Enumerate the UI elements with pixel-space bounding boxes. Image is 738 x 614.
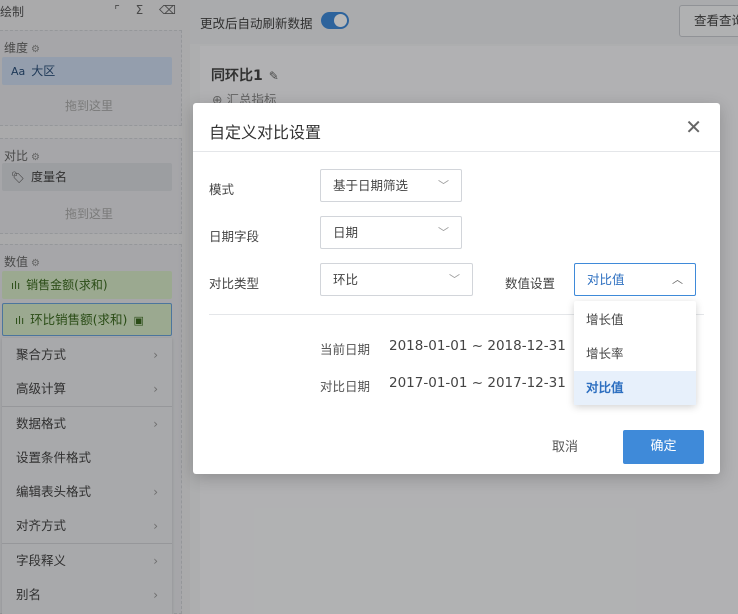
compare-settings-dialog: 自定义对比设置 ✕ 模式 基于日期筛选 ﹀ 日期字段 日期 ﹀ 对比类型 环比 ﹀ 数…: [193, 103, 720, 474]
option-compare-value[interactable]: 对比值: [574, 371, 696, 405]
compare-date-label: 对比日期: [320, 379, 371, 394]
value-setting-dropdown: 增长值 增长率 对比值: [574, 301, 696, 405]
dialog-title: 自定义对比设置: [209, 123, 322, 142]
value-setting-label: 数值设置: [505, 276, 556, 291]
current-date-value: 2018-01-01 ~ 2018-12-31: [389, 338, 566, 354]
current-date-label: 当前日期: [320, 342, 371, 357]
compare-date-value: 2017-01-01 ~ 2017-12-31: [389, 375, 566, 391]
mode-select[interactable]: 基于日期筛选 ﹀: [320, 169, 462, 202]
mode-label: 模式: [209, 182, 235, 197]
value-setting-select[interactable]: 对比值 ︿: [574, 263, 696, 296]
chevron-up-icon: ︿: [672, 273, 683, 286]
cancel-button[interactable]: 取消: [552, 436, 578, 455]
option-growth-rate[interactable]: 增长率: [574, 337, 696, 371]
option-growth-value[interactable]: 增长值: [574, 303, 696, 337]
date-field-label: 日期字段: [209, 229, 260, 244]
date-field-select[interactable]: 日期 ﹀: [320, 216, 462, 249]
compare-type-label: 对比类型: [209, 276, 260, 291]
compare-type-select[interactable]: 环比 ﹀: [320, 263, 473, 296]
chevron-down-icon: ﹀: [449, 273, 460, 286]
dialog-divider: [193, 151, 720, 152]
chevron-down-icon: ﹀: [438, 179, 449, 192]
close-icon[interactable]: ✕: [685, 117, 702, 137]
chevron-down-icon: ﹀: [438, 226, 449, 239]
confirm-button[interactable]: 确定: [623, 430, 704, 464]
